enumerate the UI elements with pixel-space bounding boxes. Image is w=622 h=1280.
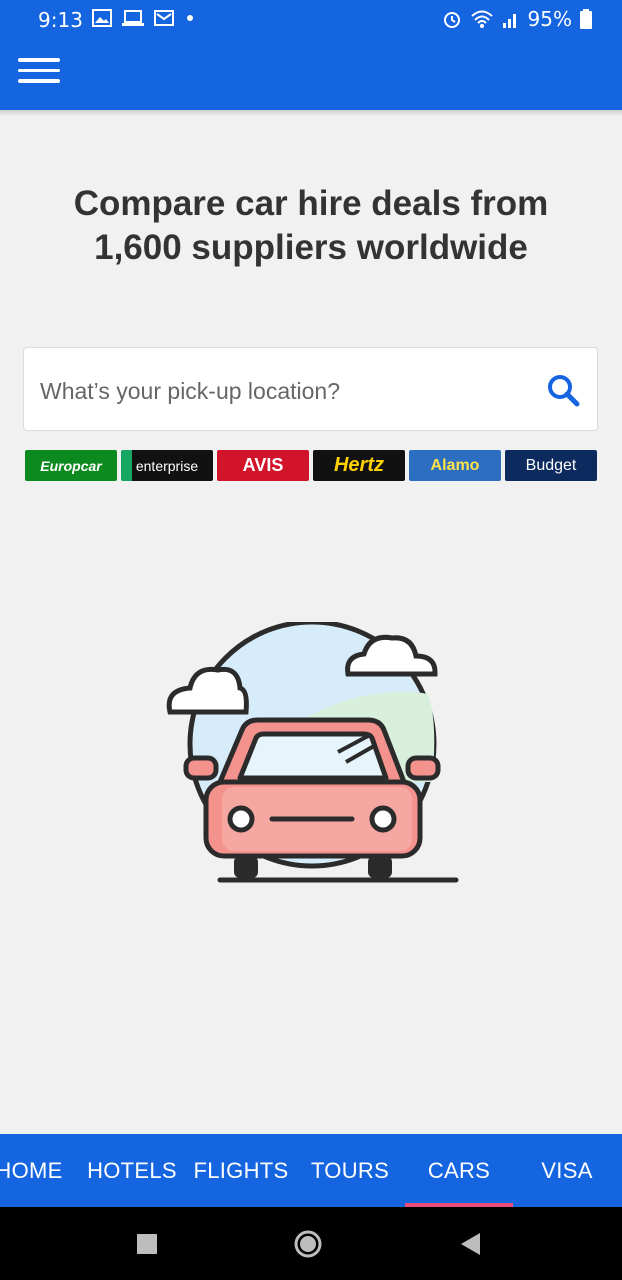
system-icons: 95% [442,7,592,31]
tab-visa[interactable]: VISA [520,1134,614,1207]
headline-line-1: Compare car hire deals from [73,184,549,223]
notification-icons [92,9,196,27]
tab-hotels[interactable]: HOTELS [82,1134,182,1207]
bottom-tab-bar: HOME HOTELS FLIGHTS TOURS CARS VISA [0,1134,622,1207]
signal-icon [502,14,516,28]
app-bar [0,40,622,110]
back-triangle-icon[interactable] [455,1229,485,1259]
supplier-logos: Europcar enterprise AVIS Hertz Alamo Bud… [25,450,597,481]
app-bar-shadow [0,110,622,116]
status-time: 9:13 [38,8,83,32]
europcar-logo: Europcar [25,450,117,481]
enterprise-logo: enterprise [121,450,213,481]
tab-tours[interactable]: TOURS [300,1134,400,1207]
image-icon [92,9,112,27]
cloud-left [166,666,249,715]
battery-percent: 95% [527,7,572,31]
home-circle-icon[interactable] [292,1228,324,1260]
alamo-logo: Alamo [409,450,501,481]
tab-home[interactable]: HOME [0,1134,74,1207]
page-headline: Compare car hire deals from 1,600 suppli… [30,182,592,270]
recents-square-icon[interactable] [132,1229,162,1259]
battery-icon [580,9,592,29]
pickup-location-input[interactable] [38,368,522,414]
search-icon[interactable] [545,372,581,408]
hertz-logo: Hertz [313,450,405,481]
tab-flights[interactable]: FLIGHTS [188,1134,294,1207]
headline-line-2: 1,600 suppliers worldwide [94,228,528,267]
dot-icon [187,15,193,21]
avis-logo: AVIS [217,450,309,481]
car-illustration [166,622,459,883]
status-bar: 9:13 95% [0,0,622,40]
budget-logo: Budget [505,450,597,481]
wifi-icon [470,10,493,28]
alarm-icon [443,12,460,28]
tab-cars[interactable]: CARS [405,1134,513,1207]
system-navigation-bar [0,1207,622,1280]
mail-icon [154,10,174,26]
pickup-search-box [23,347,598,431]
laptop-icon [122,10,144,26]
hamburger-menu-icon[interactable] [18,58,60,90]
